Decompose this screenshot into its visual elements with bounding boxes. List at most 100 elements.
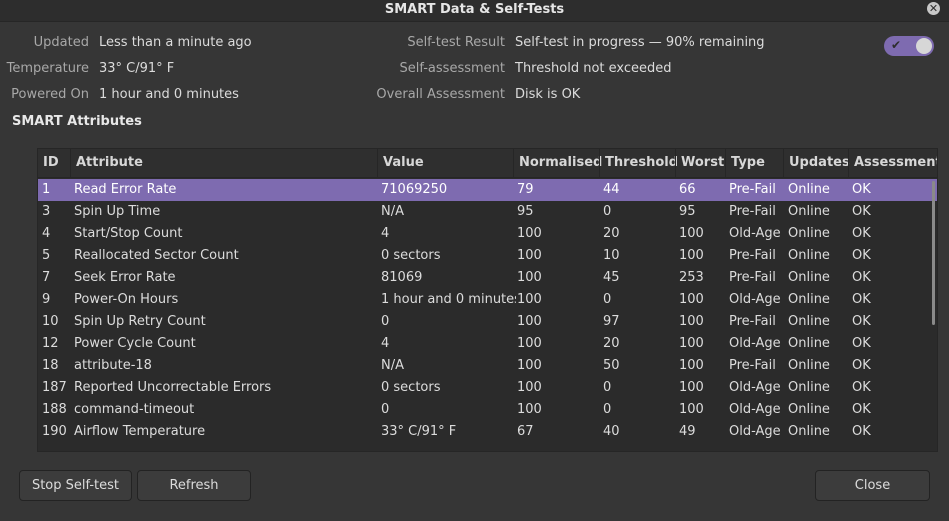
cell-normalised: 100 <box>517 314 542 329</box>
cell-attribute: Read Error Rate <box>74 182 177 197</box>
column-header-assessment[interactable]: Assessment <box>848 149 937 177</box>
cell-worst: 100 <box>679 248 704 263</box>
toggle-knob <box>916 38 932 54</box>
cell-updates: Online <box>788 182 830 197</box>
cell-id: 4 <box>42 226 51 241</box>
table-row[interactable]: 7 Seek Error Rate 81069 100 45 253 Pre-Fail Onl… <box>38 267 937 289</box>
cell-value: 4 <box>381 336 390 351</box>
table-row[interactable]: 12 Power Cycle Count 4 100 20 100 Old-Age Onlin… <box>38 333 937 355</box>
cell-type: Pre-Fail <box>729 204 776 219</box>
cell-updates: Online <box>788 358 830 373</box>
table-row[interactable]: 4 Start/Stop Count 4 100 20 100 Old-Age Online O… <box>38 223 937 245</box>
cell-attribute: Reported Uncorrectable Errors <box>74 380 272 395</box>
cell-threshold: 0 <box>603 402 612 417</box>
cell-attribute: Power Cycle Count <box>74 336 196 351</box>
table-row[interactable]: 1 Read Error Rate 71069250 79 44 66 Pre-Fail On… <box>38 179 937 201</box>
cell-id: 190 <box>42 424 67 439</box>
cell-assessment: OK <box>852 424 871 439</box>
cell-normalised: 100 <box>517 402 542 417</box>
cell-type: Old-Age <box>729 226 781 241</box>
cell-updates: Online <box>788 336 830 351</box>
cell-threshold: 0 <box>603 292 612 307</box>
table-row[interactable]: 187 Reported Uncorrectable Errors 0 sector… <box>38 377 937 399</box>
column-header-id[interactable]: ID <box>38 149 70 177</box>
column-header-threshold[interactable]: Threshold <box>599 149 678 177</box>
column-header-value[interactable]: Value <box>377 149 513 177</box>
close-icon[interactable]: ✕ <box>927 2 940 15</box>
cell-type: Old-Age <box>729 292 781 307</box>
column-header-updates[interactable]: Updates <box>783 149 850 177</box>
cell-threshold: 0 <box>603 380 612 395</box>
cell-normalised: 100 <box>517 336 542 351</box>
cell-type: Pre-Fail <box>729 314 776 329</box>
cell-type: Old-Age <box>729 336 781 351</box>
table-row[interactable]: 190 Airflow Temperature 33° C/91° F 67 40 49 O… <box>38 421 937 443</box>
overall-assessment-label: Overall Assessment <box>376 87 505 102</box>
refresh-button[interactable]: Refresh <box>137 470 251 501</box>
cell-worst: 100 <box>679 380 704 395</box>
cell-assessment: OK <box>852 248 871 263</box>
smart-toggle-switch[interactable]: ✔ <box>884 36 934 56</box>
smart-attributes-table[interactable]: ID Attribute Value Normalised Threshold … <box>37 148 938 452</box>
cell-threshold: 20 <box>603 336 620 351</box>
table-row[interactable]: 188 command-timeout 0 100 0 100 Old-Age Online O… <box>38 399 937 421</box>
cell-updates: Online <box>788 292 830 307</box>
table-row[interactable]: 5 Reallocated Sector Count 0 sectors 100 10 1… <box>38 245 937 267</box>
cell-updates: Online <box>788 248 830 263</box>
cell-assessment: OK <box>852 358 871 373</box>
cell-id: 3 <box>42 204 51 219</box>
cell-attribute: Seek Error Rate <box>74 270 176 285</box>
cell-updates: Online <box>788 402 830 417</box>
cell-updates: Online <box>788 314 830 329</box>
cell-threshold: 10 <box>603 248 620 263</box>
cell-attribute: Spin Up Retry Count <box>74 314 206 329</box>
cell-threshold: 45 <box>603 270 620 285</box>
cell-assessment: OK <box>852 204 871 219</box>
cell-id: 18 <box>42 358 59 373</box>
cell-worst: 253 <box>679 270 704 285</box>
cell-threshold: 44 <box>603 182 620 197</box>
cell-normalised: 100 <box>517 248 542 263</box>
cell-worst: 95 <box>679 204 696 219</box>
cell-worst: 100 <box>679 336 704 351</box>
table-body: 1 Read Error Rate 71069250 79 44 66 Pre-Fail On… <box>38 179 937 443</box>
cell-attribute: Spin Up Time <box>74 204 161 219</box>
cell-attribute: Reallocated Sector Count <box>74 248 239 263</box>
table-row[interactable]: 18 attribute-18 N/A 100 50 100 Pre-Fail Online O… <box>38 355 937 377</box>
cell-value: N/A <box>381 358 404 373</box>
cell-type: Pre-Fail <box>729 182 776 197</box>
cell-value: 0 <box>381 314 390 329</box>
self-assessment-value: Threshold not exceeded <box>515 61 672 76</box>
close-button[interactable]: Close <box>815 470 930 501</box>
cell-value: 1 hour and 0 minutes <box>381 292 516 307</box>
cell-id: 5 <box>42 248 51 263</box>
cell-worst: 100 <box>679 358 704 373</box>
cell-attribute: Power-On Hours <box>74 292 179 307</box>
cell-assessment: OK <box>852 336 871 351</box>
cell-type: Old-Age <box>729 380 781 395</box>
cell-worst: 100 <box>679 402 704 417</box>
cell-type: Old-Age <box>729 424 781 439</box>
check-icon: ✔ <box>891 38 902 52</box>
table-row[interactable]: 10 Spin Up Retry Count 0 100 97 100 Pre-Fail On… <box>38 311 937 333</box>
cell-type: Pre-Fail <box>729 358 776 373</box>
column-header-worst[interactable]: Worst <box>675 149 725 177</box>
cell-assessment: OK <box>852 314 871 329</box>
cell-value: 0 sectors <box>381 248 441 263</box>
column-header-attribute[interactable]: Attribute <box>70 149 377 177</box>
cell-threshold: 20 <box>603 226 620 241</box>
stop-self-test-button[interactable]: Stop Self-test <box>19 470 132 501</box>
cell-type: Pre-Fail <box>729 270 776 285</box>
smart-attributes-heading: SMART Attributes <box>12 114 142 129</box>
table-scrollbar[interactable] <box>932 181 935 325</box>
table-row[interactable]: 3 Spin Up Time N/A 95 0 95 Pre-Fail Online OK <box>38 201 937 223</box>
cell-updates: Online <box>788 270 830 285</box>
column-header-normalised[interactable]: Normalised <box>513 149 602 177</box>
window-title: SMART Data & Self-Tests <box>384 2 565 17</box>
cell-worst: 49 <box>679 424 696 439</box>
cell-normalised: 95 <box>517 204 534 219</box>
cell-normalised: 67 <box>517 424 534 439</box>
cell-updates: Online <box>788 424 830 439</box>
table-row[interactable]: 9 Power-On Hours 1 hour and 0 minutes 100 0 1… <box>38 289 937 311</box>
column-header-type[interactable]: Type <box>725 149 783 177</box>
